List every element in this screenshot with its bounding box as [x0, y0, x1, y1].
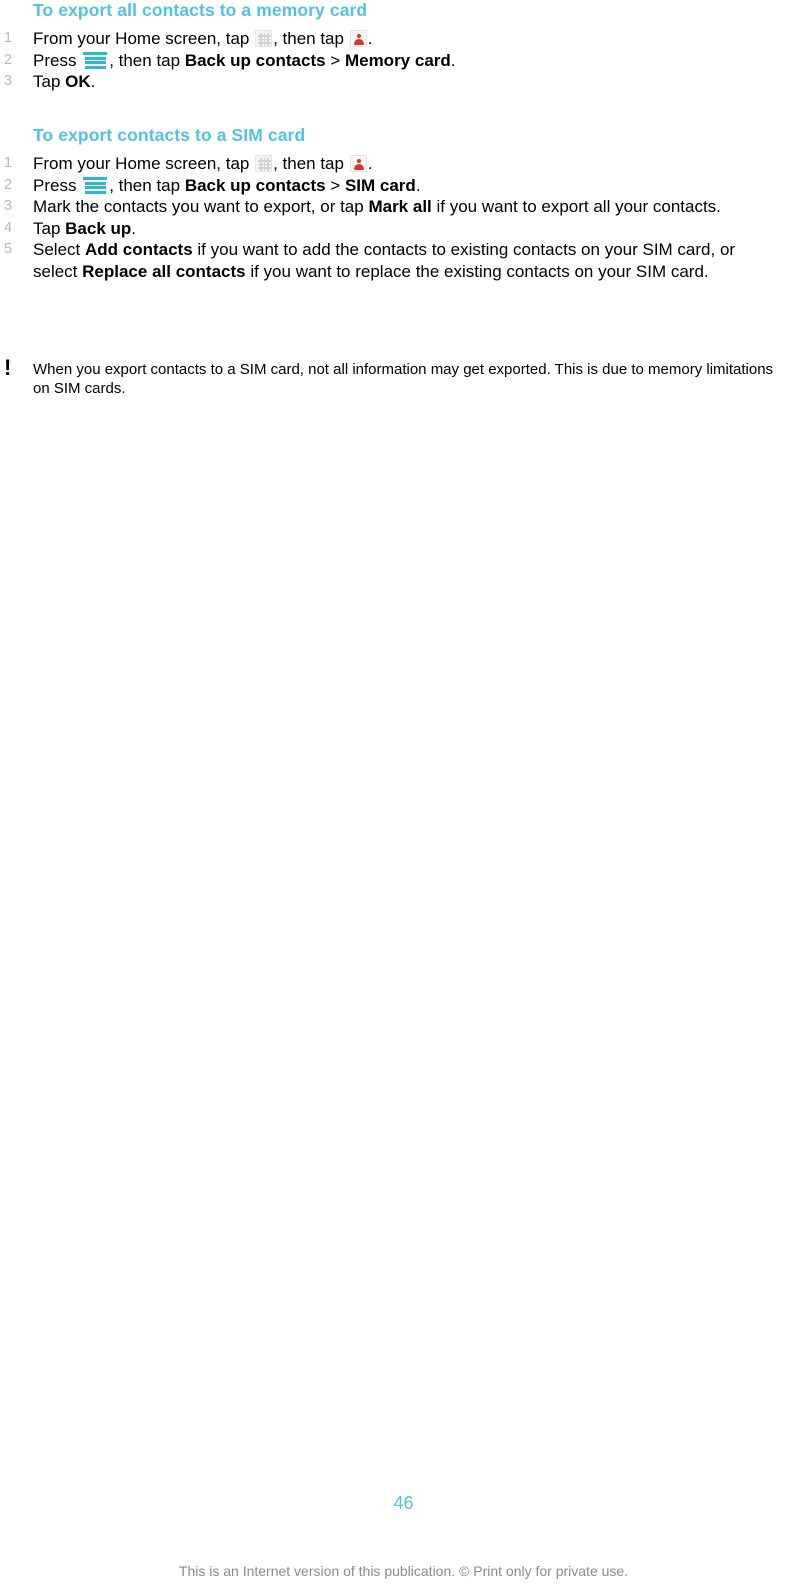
step-number: 1: [4, 155, 13, 171]
step-number: 5: [4, 241, 13, 257]
step-text: From your Home screen, tap , then tap .: [33, 154, 373, 173]
procedure-section: To export contacts to a SIM card 1 From y…: [0, 125, 807, 282]
ui-label: SIM card: [344, 175, 416, 195]
step-list: 1 From your Home screen, tap , then tap .…: [0, 153, 807, 282]
step-number: 3: [4, 73, 13, 89]
step-text: Press , then tap Back up contacts > Memo…: [33, 50, 456, 70]
step-number: 4: [4, 219, 13, 236]
step-text: Mark the contacts you want to export, or…: [33, 197, 721, 216]
ui-label: Add contacts: [84, 240, 193, 259]
section-heading: To export contacts to a SIM card: [33, 125, 306, 145]
ui-label: Back up: [65, 218, 132, 238]
step-number: 3: [4, 198, 13, 214]
step-item: 2 Press , then tap Back up contacts > SIM…: [0, 175, 807, 197]
menu-icon: [83, 52, 108, 70]
ui-label: Replace all contacts: [82, 261, 246, 281]
ui-label: Back up contacts: [184, 175, 326, 195]
exclamation-icon: !: [4, 355, 12, 380]
ui-label: Mark all: [368, 197, 432, 216]
app-grid-icon: [255, 30, 273, 47]
ui-label: Back up contacts: [184, 50, 326, 70]
footer-note: This is an Internet version of this publ…: [178, 1563, 629, 1579]
step-text: Tap OK.: [33, 72, 96, 91]
step-list: 1 From your Home screen, tap , then tap .…: [0, 28, 807, 93]
step-text: Press , then tap Back up contacts > SIM …: [33, 175, 421, 195]
ui-label: OK: [65, 72, 91, 91]
step-text: Tap Back up.: [33, 218, 137, 238]
app-grid-icon: [255, 155, 273, 172]
contacts-icon: [349, 155, 367, 172]
note-text: When you export contacts to a SIM card, …: [33, 361, 774, 397]
step-item: 3 Tap OK.: [0, 71, 807, 93]
step-item: 4 Tap Back up.: [0, 218, 807, 240]
step-text: From your Home screen, tap , then tap .: [33, 29, 373, 48]
page-number: 46: [393, 1493, 414, 1513]
step-item: 1 From your Home screen, tap , then tap .: [0, 153, 807, 175]
step-item: 1 From your Home screen, tap , then tap .: [0, 28, 807, 50]
step-item: 3 Mark the contacts you want to export, o…: [0, 196, 807, 218]
procedure-section: To export all contacts to a memory card …: [0, 0, 807, 93]
document-page: To export all contacts to a memory card …: [0, 0, 807, 1590]
ui-label: Memory card: [344, 50, 451, 70]
note-block: ! When you export contacts to a SIM card…: [0, 355, 807, 398]
section-heading: To export all contacts to a memory card: [33, 0, 368, 20]
menu-icon: [83, 177, 108, 195]
contacts-icon: [349, 30, 367, 47]
step-text: Select Add contacts if you want to add t…: [33, 240, 736, 281]
step-item: 5 Select Add contacts if you want to add …: [0, 239, 807, 282]
step-number: 2: [4, 176, 13, 193]
step-number: 2: [4, 51, 13, 68]
step-number: 1: [4, 30, 13, 46]
step-item: 2 Press , then tap Back up contacts > Mem…: [0, 50, 807, 72]
